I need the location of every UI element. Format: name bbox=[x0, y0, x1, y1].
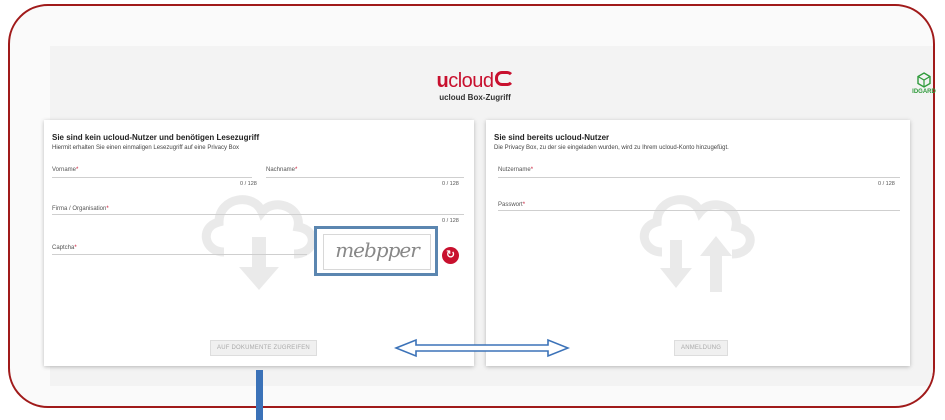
lastname-input[interactable] bbox=[266, 177, 464, 178]
logo-mark-icon bbox=[494, 71, 514, 86]
member-title: Sie sind bereits ucloud-Nutzer bbox=[494, 133, 610, 142]
captcha-image: mebpper bbox=[323, 234, 431, 270]
access-documents-button[interactable]: AUF DOKUMENTE ZUGREIFEN bbox=[210, 340, 317, 356]
double-arrow-icon bbox=[394, 338, 570, 358]
cloud-download-icon bbox=[201, 195, 317, 290]
guest-title: Sie sind kein ucloud-Nutzer und benötige… bbox=[52, 133, 260, 142]
username-label: Nutzername* bbox=[498, 167, 534, 173]
logo-u: u bbox=[436, 70, 449, 92]
page-subtitle: ucloud Box-Zugriff bbox=[439, 93, 511, 102]
company-counter: 0 / 128 bbox=[442, 218, 459, 224]
firstname-counter: 0 / 128 bbox=[240, 181, 257, 187]
refresh-icon[interactable]: ↻ bbox=[442, 247, 459, 264]
password-label: Passwort* bbox=[498, 202, 526, 208]
annotation-pointer bbox=[256, 370, 263, 420]
username-input[interactable] bbox=[498, 177, 900, 178]
password-input[interactable] bbox=[498, 210, 900, 211]
company-input[interactable] bbox=[52, 214, 464, 215]
captcha-input[interactable] bbox=[52, 254, 307, 255]
username-counter: 0 / 128 bbox=[878, 181, 895, 187]
firstname-label: Vorname* bbox=[52, 167, 79, 173]
logo-cloud: cloud bbox=[448, 70, 494, 92]
guest-description: Hiermit erhalten Sie einen einmaligen Le… bbox=[52, 145, 239, 151]
captcha-highlight: mebpper bbox=[314, 226, 438, 276]
lastname-label: Nachname* bbox=[266, 167, 298, 173]
ucloud-logo: ucloud ucloud Box-Zugriff bbox=[420, 70, 530, 102]
lastname-counter: 0 / 128 bbox=[442, 181, 459, 187]
idgard-label: IDGARD bbox=[912, 89, 936, 95]
member-login-panel: Sie sind bereits ucloud-Nutzer Die Priva… bbox=[486, 120, 910, 366]
guest-access-panel: Sie sind kein ucloud-Nutzer und benötige… bbox=[44, 120, 474, 366]
firstname-input[interactable] bbox=[52, 177, 252, 178]
member-description: Die Privacy Box, zu der sie eingeladen w… bbox=[494, 145, 729, 151]
idgard-logo-icon bbox=[917, 72, 931, 88]
login-button[interactable]: ANMELDUNG bbox=[674, 340, 729, 356]
captcha-label: Captcha* bbox=[52, 245, 77, 251]
cloud-transfer-icon bbox=[639, 195, 755, 292]
company-label: Firma / Organisation* bbox=[52, 206, 109, 212]
idgard-logo: IDGARD bbox=[909, 72, 939, 95]
